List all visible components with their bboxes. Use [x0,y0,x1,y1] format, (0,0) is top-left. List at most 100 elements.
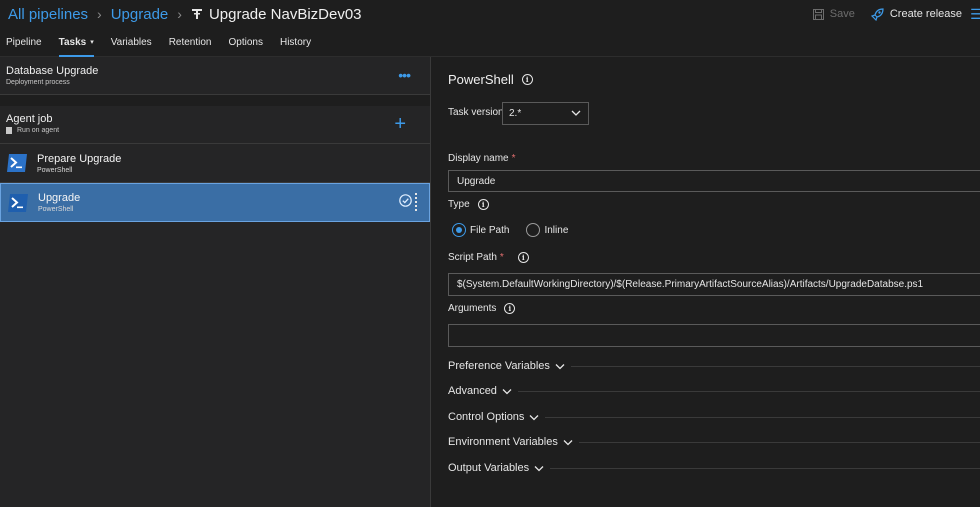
breadcrumb-all-pipelines[interactable]: All pipelines [8,6,88,23]
rocket-icon [870,7,884,21]
release-pipeline-icon [191,8,203,20]
task-subtitle: PowerShell [38,206,74,213]
section-control-options[interactable]: Control Options [448,409,980,425]
section-divider [570,365,980,367]
breadcrumb: All pipelines › Upgrade › Upgrade NavBiz… [0,6,362,23]
arguments-field[interactable] [448,324,980,347]
task-title: Upgrade [38,192,81,204]
task-details-panel: PowerShell i Task version 2.* Display na… [432,57,980,507]
chevron-down-icon [563,439,573,445]
task-title: Prepare Upgrade [37,152,122,165]
agent-job-subtitle: Run on agent [6,127,424,134]
task-row-upgrade[interactable]: Upgrade PowerShell [0,183,430,222]
stage-subtitle: Deployment process [6,79,70,86]
display-name-label: Display name * [448,153,516,164]
info-icon[interactable]: i [477,199,489,210]
script-path-value: $(System.DefaultWorkingDirectory)/$(Rele… [457,279,924,290]
section-advanced[interactable]: Advanced [448,383,980,399]
section-label: Preference Variables [448,360,550,372]
section-divider [545,416,980,418]
display-name-field[interactable]: Upgrade [448,170,980,192]
breadcrumb-upgrade[interactable]: Upgrade [111,6,169,23]
chevron-down-icon [534,465,544,471]
inline-label: Inline [544,224,569,236]
more-options-icon[interactable]: ••• [398,67,411,83]
section-label: Environment Variables [448,436,558,448]
file-path-radio[interactable] [452,223,466,237]
task-version-value: 2.* [509,108,522,119]
divider [0,95,430,106]
agent-job-subtitle-text: Run on agent [17,127,60,134]
top-bar: All pipelines › Upgrade › Upgrade NavBiz… [0,0,980,28]
tab-retention[interactable]: Retention [169,28,212,57]
tab-label: History [279,36,312,48]
task-version-label-text: Task version [448,107,504,118]
file-path-label: File Path [470,224,510,236]
tab-label: Options [228,36,263,48]
tab-label: Variables [110,36,152,48]
required-marker: * [499,252,504,263]
task-subtitle: PowerShell [37,166,73,174]
info-icon[interactable]: i [521,74,533,85]
arguments-label: Arguments i [448,303,516,314]
script-path-field[interactable]: $(System.DefaultWorkingDirectory)/$(Rele… [448,273,980,296]
tab-label: Pipeline [6,36,42,48]
release-title: Upgrade NavBizDev03 [208,5,362,23]
section-divider [550,467,980,469]
powershell-icon [8,193,28,212]
script-path-label: Script Path * i [448,252,529,263]
type-label-text: Type [448,199,470,210]
tab-label: Tasks [58,36,87,48]
section-environment-variables[interactable]: Environment Variables [448,434,980,450]
create-release-label: Create release [889,8,962,20]
details-title: PowerShell i [448,72,533,87]
chevron-down-icon [571,110,581,116]
task-version-label: Task version [448,107,504,118]
chevron-right-icon: › [177,6,182,22]
tab-tasks[interactable]: Tasks ▾ [58,28,94,57]
chevron-right-icon: › [97,6,102,22]
chevron-down-icon [529,414,539,420]
top-actions: Save Create release ☰ [812,0,980,28]
info-icon[interactable]: i [504,303,516,314]
add-task-button[interactable]: + [394,114,406,134]
display-name-value: Upgrade [457,175,496,187]
script-path-label-text: Script Path [448,252,497,263]
save-label: Save [829,8,855,20]
save-button[interactable]: Save [812,8,855,20]
info-icon[interactable]: i [517,252,529,263]
section-label: Output Variables [448,462,530,474]
section-divider [517,390,980,392]
display-name-label-text: Display name [448,153,509,164]
tab-bar: Pipeline Tasks ▾ Variables Retention Opti… [0,28,980,57]
agent-icon [6,127,12,134]
create-release-button[interactable]: Create release [870,7,962,21]
tab-options[interactable]: Options [229,28,263,57]
more-actions-icon[interactable]: ☰ [970,6,980,23]
type-radio-group: File Path Inline [452,223,585,237]
chevron-down-icon [502,388,512,394]
stage-title: Database Upgrade [6,65,99,77]
agent-job-row[interactable]: Agent job Run on agent + [0,106,430,144]
type-label: Type i [448,199,489,210]
section-divider [578,441,980,443]
task-row-prepare-upgrade[interactable]: Prepare Upgrade PowerShell [0,144,430,183]
stage-header[interactable]: Database Upgrade Deployment process ••• [0,57,430,95]
save-icon [812,8,824,20]
tab-pipeline[interactable]: Pipeline [6,28,42,57]
section-label: Control Options [448,411,525,423]
section-preference-variables[interactable]: Preference Variables [448,358,980,374]
arguments-label-text: Arguments [448,303,497,314]
section-output-variables[interactable]: Output Variables [448,460,980,476]
chevron-down-icon: ▾ [90,39,94,46]
task-version-select[interactable]: 2.* [502,102,589,125]
details-title-text: PowerShell [448,72,514,87]
tab-history[interactable]: History [280,28,311,57]
drag-handle-icon[interactable] [415,193,421,213]
chevron-down-icon [555,363,565,369]
required-marker: * [511,153,516,164]
enabled-check-icon[interactable] [399,194,412,207]
tab-label: Retention [168,36,212,48]
inline-radio[interactable] [526,223,541,237]
tab-variables[interactable]: Variables [111,28,152,57]
